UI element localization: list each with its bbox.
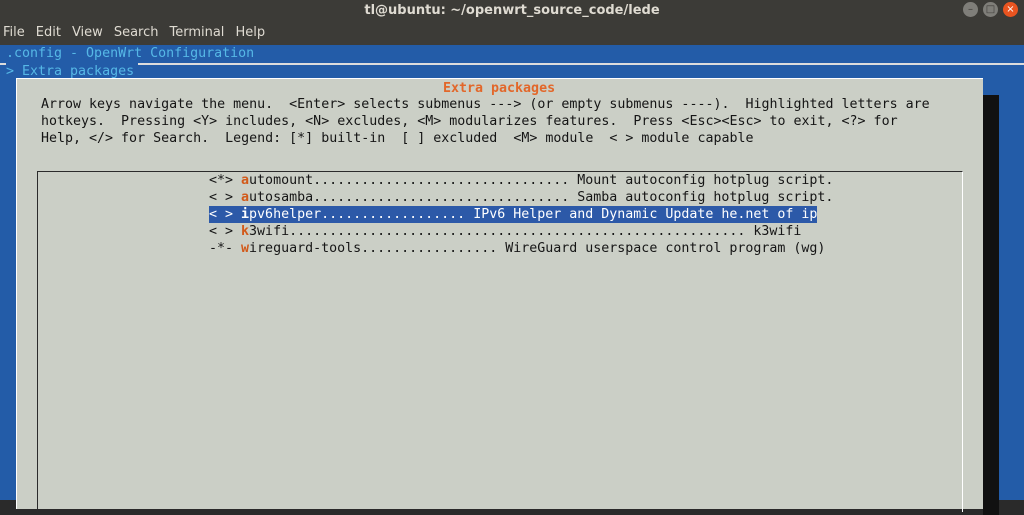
item-label: 3wifi...................................… xyxy=(249,224,802,239)
help-line: hotkeys. Pressing <Y> includes, <N> excl… xyxy=(41,114,898,129)
item-hotkey: w xyxy=(241,241,250,256)
config-breadcrumb: .config - OpenWrt Configuration xyxy=(6,46,255,61)
menu-help[interactable]: Help xyxy=(231,25,269,40)
item-hotkey: a xyxy=(241,190,250,205)
menu-terminal[interactable]: Terminal xyxy=(165,25,228,40)
item-hotkey: k xyxy=(241,224,250,239)
item-label: ireguard-tools................. WireGuar… xyxy=(249,241,826,256)
help-text: Arrow keys navigate the menu. <Enter> se… xyxy=(41,96,930,147)
minimize-button[interactable]: – xyxy=(963,2,978,17)
menuconfig-dialog: Extra packages Arrow keys navigate the m… xyxy=(16,78,983,512)
dialog-title: Extra packages xyxy=(439,80,560,97)
help-line: Arrow keys navigate the menu. <Enter> se… xyxy=(41,97,930,112)
menu-bar: File Edit View Search Terminal Help xyxy=(0,20,1024,45)
menu-item-automount[interactable]: <*> automount...........................… xyxy=(209,172,833,189)
window-controls: – □ × xyxy=(963,2,1018,17)
help-line: Help, </> for Search. Legend: [*] built-… xyxy=(41,131,754,146)
close-button[interactable]: × xyxy=(1003,2,1018,17)
item-label: pv6helper.................. IPv6 Helper … xyxy=(249,207,818,222)
menu-file[interactable]: File xyxy=(0,25,29,40)
item-state: <*> xyxy=(209,173,242,188)
item-state: < > xyxy=(209,224,242,239)
menu-item-k3wifi[interactable]: < > k3wifi..............................… xyxy=(209,223,801,240)
menu-item-ipv6helper[interactable]: < > ipv6helper.................. IPv6 He… xyxy=(209,206,818,223)
item-state: -*- xyxy=(209,241,242,256)
window-title: tl@ubuntu: ~/openwrt_source_code/lede xyxy=(364,2,660,18)
terminal-area[interactable]: .config - OpenWrt Configuration > Extra … xyxy=(0,45,1024,515)
menu-edit[interactable]: Edit xyxy=(32,25,65,40)
item-hotkey: i xyxy=(241,207,250,222)
item-label: utosamba................................… xyxy=(249,190,834,205)
item-label: utomount................................… xyxy=(249,173,834,188)
item-hotkey: a xyxy=(241,173,250,188)
menu-view[interactable]: View xyxy=(68,25,107,40)
menu-item-wireguard-tools[interactable]: -*- wireguard-tools................. Wir… xyxy=(209,240,825,257)
menu-item-autosamba[interactable]: < > autosamba...........................… xyxy=(209,189,833,206)
window-titlebar: tl@ubuntu: ~/openwrt_source_code/lede – … xyxy=(0,0,1024,20)
breadcrumb-divider xyxy=(0,63,1024,65)
dialog-shadow xyxy=(983,95,999,515)
item-state: < > xyxy=(209,190,242,205)
maximize-button[interactable]: □ xyxy=(983,2,998,17)
menu-search[interactable]: Search xyxy=(110,25,163,40)
item-state: < > xyxy=(209,207,242,222)
menu-list: <*> automount...........................… xyxy=(37,171,963,512)
